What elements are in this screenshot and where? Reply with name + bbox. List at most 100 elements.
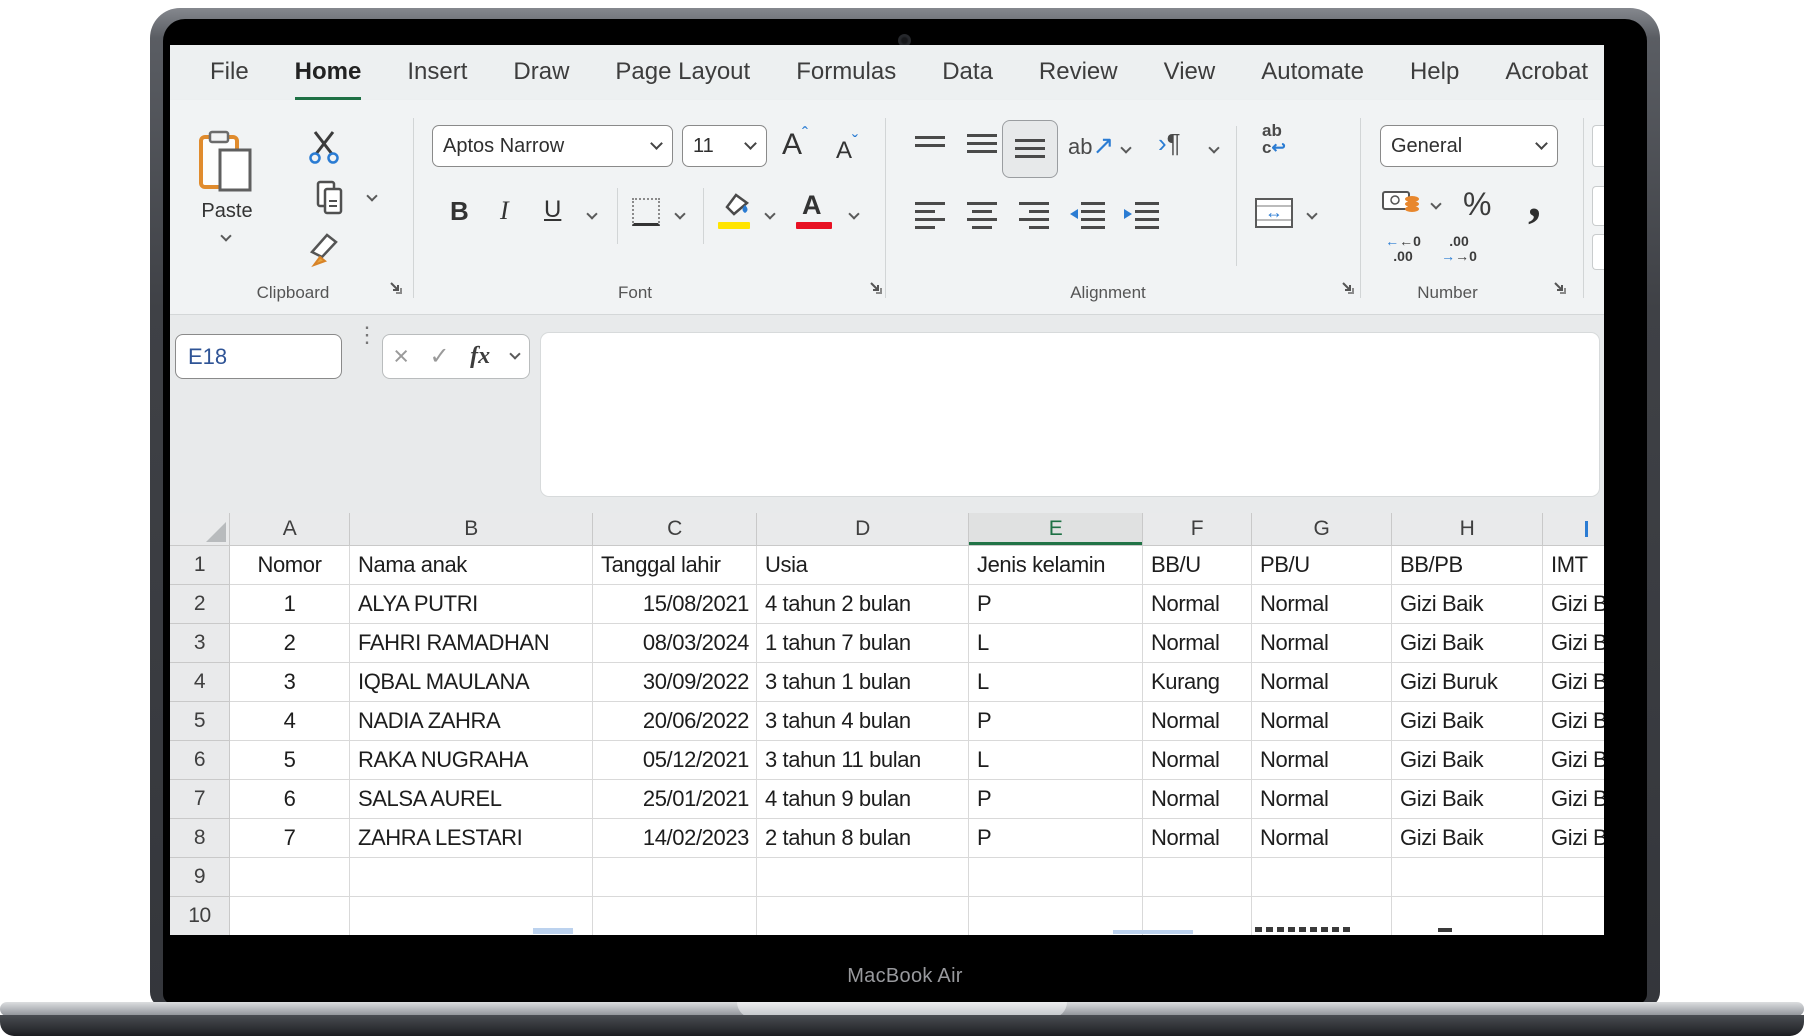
font-family-select[interactable]: Aptos Narrow bbox=[432, 125, 673, 167]
cell-F2[interactable]: Normal bbox=[1143, 585, 1252, 624]
cell-I2[interactable]: Gizi Baik bbox=[1543, 585, 1604, 624]
column-header-H[interactable]: H bbox=[1392, 513, 1543, 546]
cell-H1[interactable]: BB/PB bbox=[1392, 546, 1543, 585]
font-color-chevron-icon[interactable] bbox=[850, 210, 858, 218]
alignment-dialog-launcher-icon[interactable] bbox=[1340, 280, 1356, 296]
cell-H9[interactable] bbox=[1392, 858, 1543, 897]
borders-chevron-icon[interactable] bbox=[676, 210, 684, 218]
cell-B1[interactable]: Nama anak bbox=[350, 546, 593, 585]
cell-B7[interactable]: SALSA AUREL bbox=[350, 780, 593, 819]
cell-A1[interactable]: Nomor bbox=[230, 546, 350, 585]
row-header-6[interactable]: 6 bbox=[170, 741, 230, 780]
underline-chevron-icon[interactable] bbox=[588, 210, 596, 218]
number-dialog-launcher-icon[interactable] bbox=[1552, 280, 1568, 296]
cell-E1[interactable]: Jenis kelamin bbox=[969, 546, 1143, 585]
cell-B3[interactable]: FAHRI RAMADHAN bbox=[350, 624, 593, 663]
cell-E7[interactable]: P bbox=[969, 780, 1143, 819]
cell-H4[interactable]: Gizi Buruk bbox=[1392, 663, 1543, 702]
cell-G4[interactable]: Normal bbox=[1252, 663, 1392, 702]
cell-I7[interactable]: Gizi Baik bbox=[1543, 780, 1604, 819]
tab-draw[interactable]: Draw bbox=[513, 45, 569, 100]
cell-A7[interactable]: 6 bbox=[230, 780, 350, 819]
cell-C3[interactable]: 08/03/2024 bbox=[593, 624, 757, 663]
paste-dropdown-chevron-icon[interactable] bbox=[222, 232, 230, 240]
tab-file[interactable]: File bbox=[210, 45, 249, 100]
column-header-D[interactable]: D bbox=[757, 513, 969, 546]
cell-C8[interactable]: 14/02/2023 bbox=[593, 819, 757, 858]
cell-G7[interactable]: Normal bbox=[1252, 780, 1392, 819]
align-bottom-selected-box[interactable] bbox=[1002, 120, 1058, 178]
cell-E3[interactable]: L bbox=[969, 624, 1143, 663]
underline-button[interactable]: U bbox=[544, 196, 561, 224]
text-direction-chevron-icon[interactable] bbox=[1210, 144, 1218, 152]
tab-review[interactable]: Review bbox=[1039, 45, 1118, 100]
increase-font-size-button[interactable]: Aˆ bbox=[782, 124, 808, 162]
align-right-icon[interactable] bbox=[1017, 200, 1051, 232]
cell-D10[interactable] bbox=[757, 897, 969, 935]
merge-chevron-icon[interactable] bbox=[1308, 210, 1316, 218]
comma-style-button[interactable]: , bbox=[1528, 170, 1541, 229]
cell-H6[interactable]: Gizi Baik bbox=[1392, 741, 1543, 780]
tab-help[interactable]: Help bbox=[1410, 45, 1459, 100]
cell-I1[interactable]: IMT bbox=[1543, 546, 1604, 585]
cell-H8[interactable]: Gizi Baik bbox=[1392, 819, 1543, 858]
cell-D7[interactable]: 4 tahun 9 bulan bbox=[757, 780, 969, 819]
cell-A6[interactable]: 5 bbox=[230, 741, 350, 780]
cell-B8[interactable]: ZAHRA LESTARI bbox=[350, 819, 593, 858]
select-all-corner[interactable] bbox=[170, 513, 230, 546]
align-left-icon[interactable] bbox=[913, 200, 947, 232]
font-color-swatch[interactable] bbox=[796, 222, 832, 229]
percent-style-button[interactable]: % bbox=[1463, 186, 1491, 223]
cell-D4[interactable]: 3 tahun 1 bulan bbox=[757, 663, 969, 702]
enter-button[interactable]: ✓ bbox=[430, 342, 450, 371]
column-header-C[interactable]: C bbox=[593, 513, 757, 546]
cell-A2[interactable]: 1 bbox=[230, 585, 350, 624]
row-header-10[interactable]: 10 bbox=[170, 897, 230, 935]
cell-E4[interactable]: L bbox=[969, 663, 1143, 702]
increase-indent-icon[interactable] bbox=[1123, 200, 1161, 232]
cell-I8[interactable]: Gizi Baik bbox=[1543, 819, 1604, 858]
decrease-indent-icon[interactable] bbox=[1069, 200, 1107, 232]
number-format-select[interactable]: General bbox=[1380, 125, 1558, 167]
merge-center-button[interactable]: ↔ bbox=[1255, 198, 1293, 228]
cell-E6[interactable]: L bbox=[969, 741, 1143, 780]
cell-F6[interactable]: Normal bbox=[1143, 741, 1252, 780]
fill-color-bucket-icon[interactable] bbox=[718, 192, 750, 218]
cell-D5[interactable]: 3 tahun 4 bulan bbox=[757, 702, 969, 741]
cell-I3[interactable]: Gizi Baik bbox=[1543, 624, 1604, 663]
cell-A5[interactable]: 4 bbox=[230, 702, 350, 741]
align-middle-icon[interactable] bbox=[965, 128, 999, 162]
text-direction-button[interactable]: ›¶ bbox=[1158, 128, 1181, 159]
align-center-icon[interactable] bbox=[965, 200, 999, 232]
cell-B2[interactable]: ALYA PUTRI bbox=[350, 585, 593, 624]
tab-insert[interactable]: Insert bbox=[407, 45, 467, 100]
font-dialog-launcher-icon[interactable] bbox=[868, 280, 884, 296]
cell-F5[interactable]: Normal bbox=[1143, 702, 1252, 741]
cell-C10[interactable] bbox=[593, 897, 757, 935]
align-top-icon[interactable] bbox=[913, 134, 947, 162]
cell-D3[interactable]: 1 tahun 7 bulan bbox=[757, 624, 969, 663]
orientation-chevron-icon[interactable] bbox=[1122, 144, 1130, 152]
orientation-button[interactable]: ab↗ bbox=[1068, 130, 1114, 161]
cell-I6[interactable]: Gizi Baik bbox=[1543, 741, 1604, 780]
tab-page-layout[interactable]: Page Layout bbox=[615, 45, 750, 100]
row-header-1[interactable]: 1 bbox=[170, 546, 230, 585]
paste-button[interactable] bbox=[198, 130, 254, 199]
cell-D9[interactable] bbox=[757, 858, 969, 897]
cell-F8[interactable]: Normal bbox=[1143, 819, 1252, 858]
copy-dropdown-chevron-icon[interactable] bbox=[368, 192, 376, 200]
column-header-I[interactable]: I bbox=[1543, 513, 1604, 546]
column-header-A[interactable]: A bbox=[230, 513, 350, 546]
clipboard-dialog-launcher-icon[interactable] bbox=[388, 280, 404, 296]
cell-F7[interactable]: Normal bbox=[1143, 780, 1252, 819]
cell-F3[interactable]: Normal bbox=[1143, 624, 1252, 663]
column-header-G[interactable]: G bbox=[1252, 513, 1392, 546]
cell-C4[interactable]: 30/09/2022 bbox=[593, 663, 757, 702]
format-painter-icon[interactable] bbox=[306, 230, 344, 268]
cell-C2[interactable]: 15/08/2021 bbox=[593, 585, 757, 624]
cell-D8[interactable]: 2 tahun 8 bulan bbox=[757, 819, 969, 858]
cell-E9[interactable] bbox=[969, 858, 1143, 897]
row-header-3[interactable]: 3 bbox=[170, 624, 230, 663]
accounting-chevron-icon[interactable] bbox=[1432, 200, 1440, 208]
tab-home[interactable]: Home bbox=[295, 45, 362, 100]
